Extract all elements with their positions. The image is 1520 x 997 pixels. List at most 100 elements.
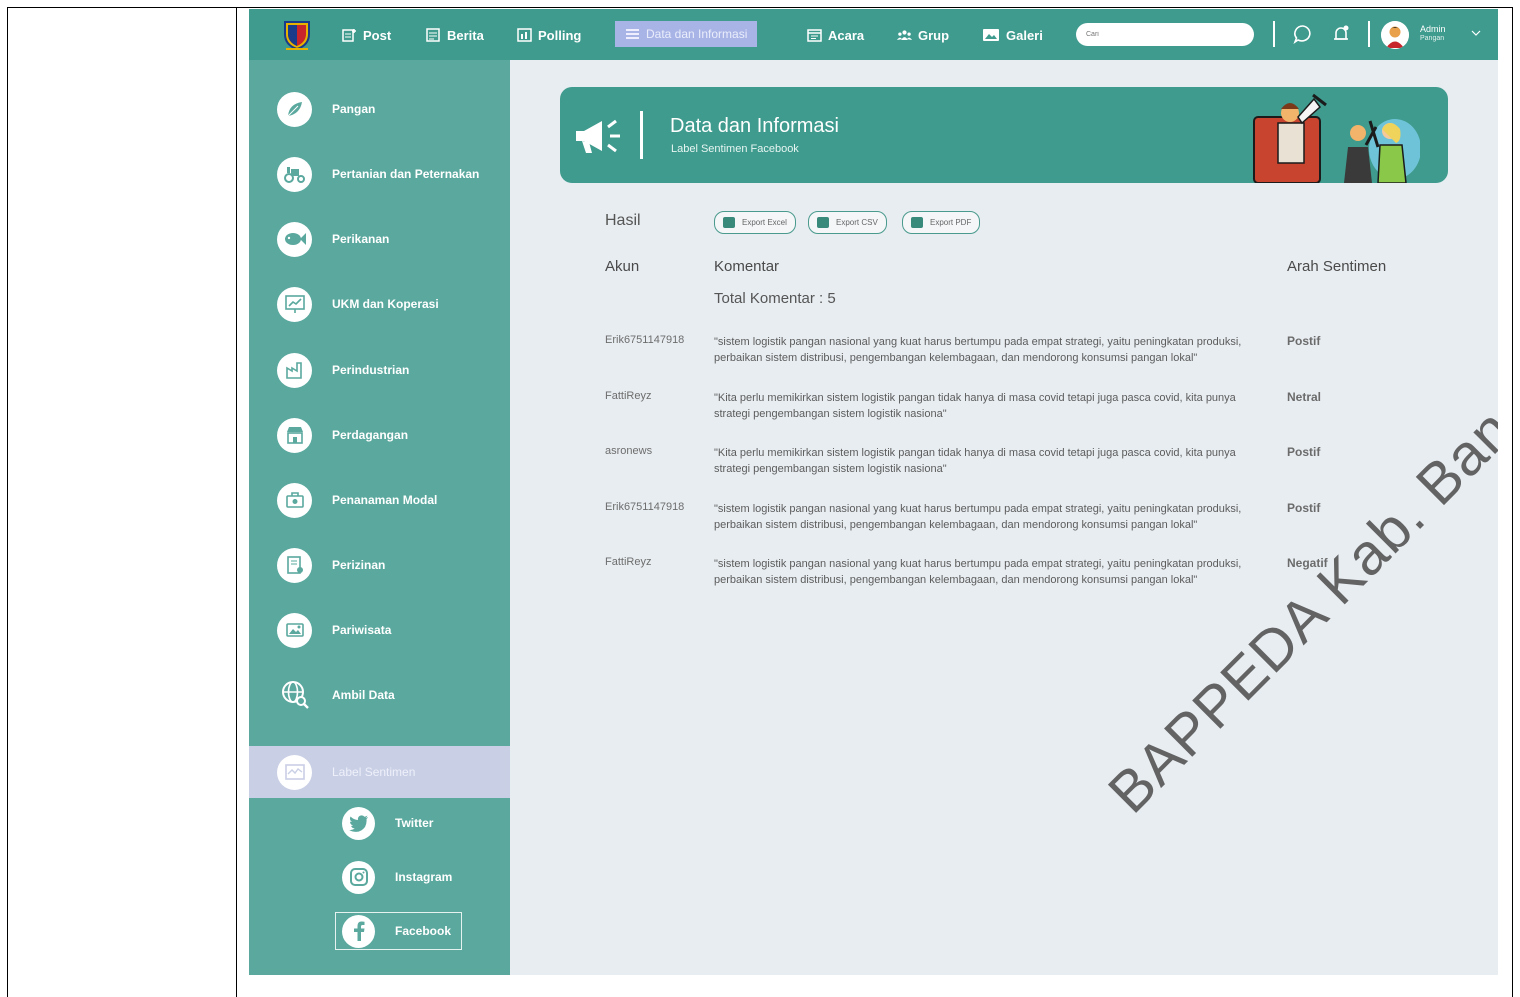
search-input[interactable] <box>1076 23 1254 46</box>
gallery-icon <box>983 29 999 41</box>
travel-icon <box>277 612 312 648</box>
row-komentar: "sistem logistik pangan nasional yang ku… <box>714 558 1242 586</box>
chevron-down-icon[interactable] <box>1471 29 1481 37</box>
sidebar-item-penanaman-modal[interactable]: Penanaman Modal <box>277 480 437 520</box>
nav-berita-label: Berita <box>447 27 484 43</box>
nav-acara[interactable]: Acara <box>807 23 864 47</box>
row-akun: Erik6751147918 <box>605 334 685 346</box>
facebook-icon <box>342 914 375 948</box>
column-header-akun: Akun <box>605 258 640 275</box>
nav-berita[interactable]: Berita <box>426 23 484 47</box>
sidebar-item-perikanan[interactable]: Perikanan <box>277 219 389 259</box>
sidebar-item-pariwisata[interactable]: Pariwisata <box>277 610 391 650</box>
column-header-sentimen: Arah Sentimen <box>1287 258 1387 275</box>
sidebar-item-perdagangan[interactable]: Perdagangan <box>277 415 408 455</box>
investment-icon <box>277 482 312 518</box>
avatar[interactable] <box>1381 21 1409 49</box>
row-sentimen: Postif <box>1287 501 1321 515</box>
export-pdf-label: Export PDF <box>930 218 972 227</box>
user-role: Pangan <box>1420 35 1445 42</box>
chat-bubble-icon[interactable] <box>1293 24 1313 44</box>
top-navbar: Post Berita Polling Data dan Informasi A… <box>249 9 1498 60</box>
export-excel-label: Export Excel <box>742 218 787 227</box>
sidebar: Pangan Pertanian dan Peternakan Perikana… <box>249 60 510 975</box>
sidebar-item-label: Pariwisata <box>332 623 392 637</box>
page-title: Data dan Informasi <box>670 115 839 137</box>
sidebar-item-label: Label Sentimen <box>332 765 416 779</box>
sidebar-subitem-label: Twitter <box>395 816 434 830</box>
leaf-icon <box>277 91 312 127</box>
sidebar-item-ambil-data[interactable]: Ambil Data <box>277 675 395 715</box>
sidebar-item-label: Perindustrian <box>332 363 410 377</box>
instagram-icon <box>342 860 375 894</box>
row-sentimen: Netral <box>1287 390 1322 404</box>
sidebar-subitem-twitter[interactable]: Twitter <box>342 805 433 841</box>
sidebar-subitem-instagram[interactable]: Instagram <box>342 859 452 895</box>
export-csv-button[interactable]: Export CSV <box>808 211 887 234</box>
export-excel-button[interactable]: Export Excel <box>714 211 796 234</box>
sidebar-item-label-sentimen[interactable]: Label Sentimen <box>249 746 510 798</box>
license-document-icon <box>277 547 312 583</box>
sidebar-item-perindustrian[interactable]: Perindustrian <box>277 350 409 390</box>
post-icon <box>342 29 356 42</box>
document-table-divider <box>236 7 237 997</box>
group-icon <box>897 30 912 40</box>
row-sentimen: Postif <box>1287 445 1321 459</box>
globe-search-icon <box>277 678 312 713</box>
results-heading: Hasil <box>605 212 641 229</box>
row-komentar: "Kita perlu memikirkan sistem logistik p… <box>714 392 1236 420</box>
row-sentimen: Postif <box>1287 334 1321 348</box>
poll-icon <box>517 28 532 42</box>
nav-polling-label: Polling <box>538 27 582 43</box>
row-sentimen: Negatif <box>1287 556 1328 570</box>
sidebar-item-label-sentimen-row: Label Sentimen <box>277 752 415 792</box>
sidebar-item-label: Perdagangan <box>332 428 409 442</box>
nav-post-label: Post <box>363 27 392 43</box>
nav-galeri-label: Galeri <box>1006 27 1043 43</box>
sidebar-subitem-facebook[interactable]: Facebook <box>335 912 463 950</box>
sidebar-item-pertanian[interactable]: Pertanian dan Peternakan <box>277 154 479 194</box>
nav-data-informasi-label: Data dan Informasi <box>646 27 748 41</box>
kabupaten-logo-icon <box>284 21 310 50</box>
data-icon <box>626 29 639 39</box>
row-akun: Erik6751147918 <box>605 501 685 513</box>
nav-grup[interactable]: Grup <box>897 23 949 47</box>
sidebar-item-label: Perikanan <box>332 232 390 246</box>
sidebar-item-ukm[interactable]: UKM dan Koperasi <box>277 284 439 324</box>
notification-bell-icon[interactable] <box>1331 24 1351 44</box>
shop-icon <box>277 417 312 453</box>
factory-icon <box>277 352 312 388</box>
sidebar-item-label: Pangan <box>332 102 376 116</box>
total-comments: Total Komentar : 5 <box>714 290 836 307</box>
sidebar-item-pangan[interactable]: Pangan <box>277 89 375 129</box>
nav-polling[interactable]: Polling <box>517 23 581 47</box>
sidebar-item-label: Ambil Data <box>332 688 395 702</box>
export-pdf-button[interactable]: Export PDF <box>902 211 981 234</box>
sidebar-item-perizinan[interactable]: Perizinan <box>277 545 385 585</box>
tractor-icon <box>277 156 312 192</box>
nav-post[interactable]: Post <box>342 23 391 47</box>
row-akun: FattiReyz <box>605 390 652 402</box>
nav-separator <box>1368 21 1370 47</box>
nav-acara-label: Acara <box>828 27 865 43</box>
row-akun: asronews <box>605 445 653 457</box>
people-megaphone-illustration-icon <box>1253 93 1420 183</box>
nav-galeri[interactable]: Galeri <box>982 23 1043 47</box>
twitter-icon <box>342 806 375 840</box>
sentiment-chart-icon <box>277 754 312 790</box>
csv-icon <box>817 217 829 228</box>
excel-icon <box>723 217 735 228</box>
chart-board-icon <box>277 286 312 322</box>
page-subtitle: Label Sentimen Facebook <box>671 143 799 155</box>
nav-data-informasi[interactable]: Data dan Informasi <box>615 21 758 47</box>
row-komentar: "sistem logistik pangan nasional yang ku… <box>714 503 1242 531</box>
sidebar-subitem-label: Facebook <box>395 924 452 938</box>
sidebar-item-label: Pertanian dan Peternakan <box>332 167 480 181</box>
sidebar-item-label: Perizinan <box>332 558 386 572</box>
row-komentar: "Kita perlu memikirkan sistem logistik p… <box>714 447 1236 475</box>
sidebar-item-label: Penanaman Modal <box>332 493 438 507</box>
sidebar-item-label: UKM dan Koperasi <box>332 297 439 311</box>
user-info[interactable]: Admin Pangan <box>1420 24 1446 44</box>
row-komentar: "sistem logistik pangan nasional yang ku… <box>714 336 1242 364</box>
nav-separator <box>1273 21 1275 47</box>
